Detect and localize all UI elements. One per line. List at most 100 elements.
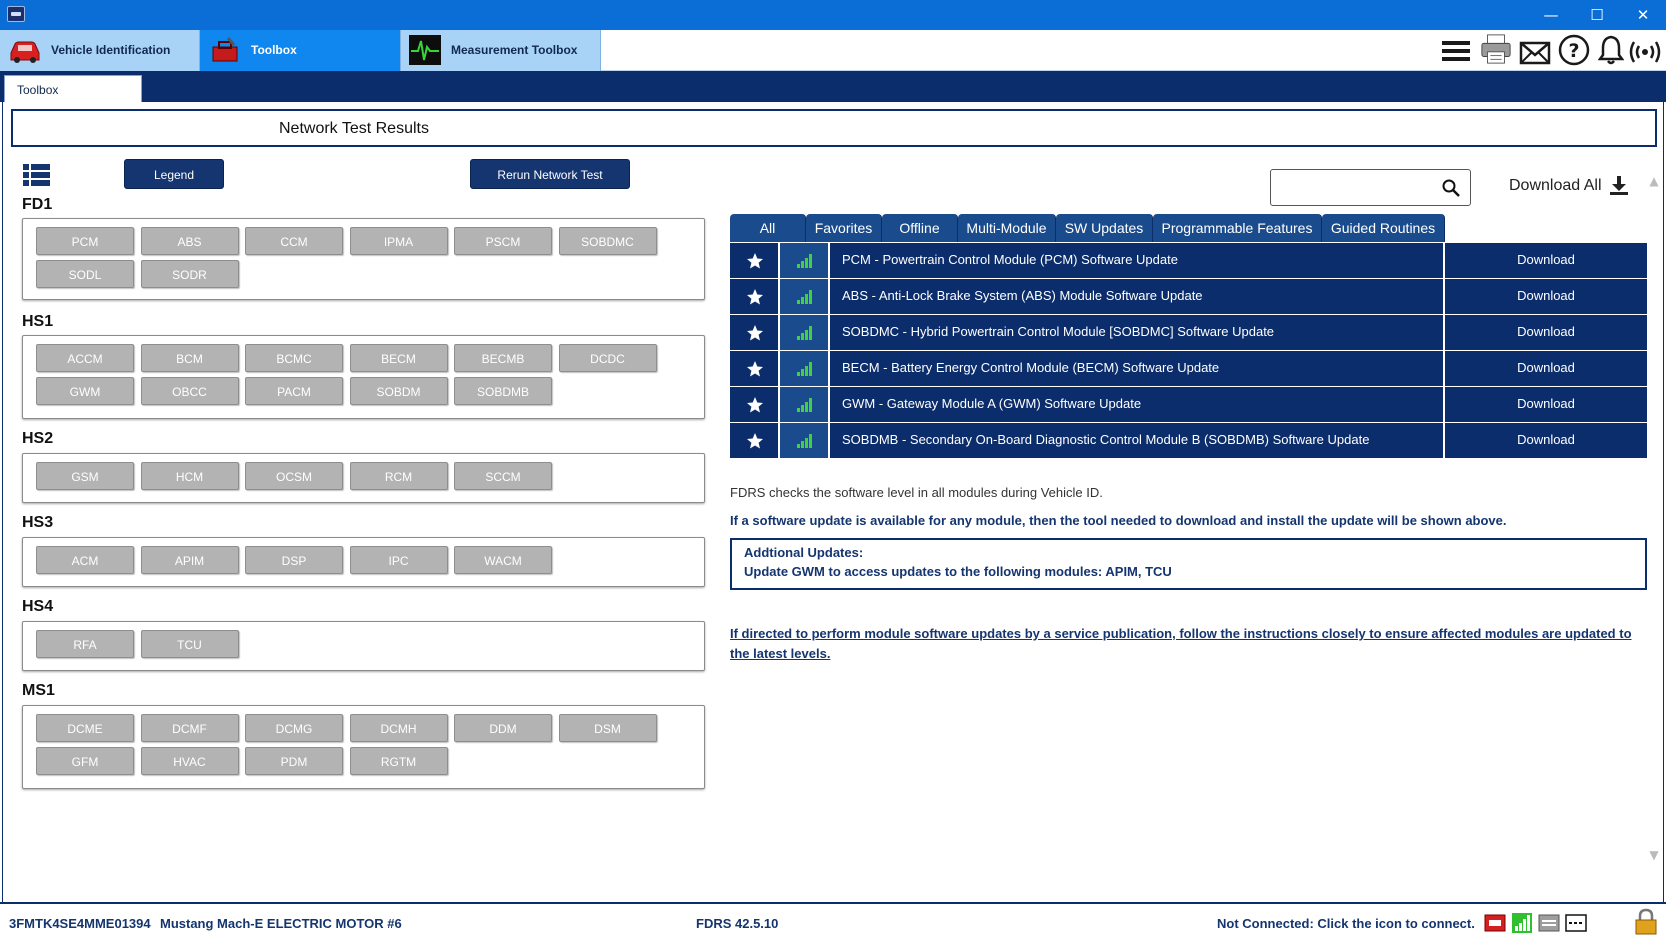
close-button[interactable]: ✕: [1620, 0, 1666, 30]
search-icon[interactable]: [1442, 179, 1460, 197]
star-icon[interactable]: [746, 288, 764, 306]
minimize-button[interactable]: —: [1528, 0, 1574, 30]
module-button-accm[interactable]: ACCM: [36, 344, 134, 372]
module-button-dcmf[interactable]: DCMF: [140, 714, 239, 742]
module-button-gsm[interactable]: GSM: [36, 462, 134, 490]
download-button[interactable]: Download: [1445, 315, 1647, 350]
download-all-label[interactable]: Download All: [1509, 177, 1602, 195]
tab-measurement-toolbox[interactable]: Measurement Toolbox: [401, 30, 601, 71]
tab-vehicle-identification[interactable]: Vehicle Identification: [0, 30, 200, 71]
list-view-icon[interactable]: [23, 164, 50, 186]
download-button[interactable]: Download: [1445, 243, 1647, 278]
module-button-rcm[interactable]: RCM: [349, 462, 448, 490]
module-button-ccm[interactable]: CCM: [245, 227, 343, 255]
service-publication-link[interactable]: If directed to perform module software u…: [730, 624, 1647, 664]
star-icon[interactable]: [746, 324, 764, 342]
signal-icon[interactable]: [1511, 912, 1533, 934]
update-row[interactable]: ABS - Anti-Lock Brake System (ABS) Modul…: [730, 279, 1647, 314]
module-button-pscm[interactable]: PSCM: [454, 227, 552, 255]
module-button-dsm[interactable]: DSM: [558, 714, 657, 742]
menu-icon[interactable]: [1441, 35, 1471, 67]
module-button-ocsm[interactable]: OCSM: [245, 462, 343, 490]
module-button-tcu[interactable]: TCU: [140, 630, 239, 658]
module-button-rgtm[interactable]: RGTM: [349, 747, 448, 775]
module-button-obcc[interactable]: OBCC: [140, 377, 239, 405]
star-icon[interactable]: [746, 432, 764, 450]
rerun-network-test-button[interactable]: Rerun Network Test: [470, 159, 630, 189]
download-button[interactable]: Download: [1445, 423, 1647, 458]
module-button-sodl[interactable]: SODL: [36, 260, 134, 288]
module-button-abs[interactable]: ABS: [140, 227, 239, 255]
favorite-cell[interactable]: [730, 423, 780, 458]
module-button-becmb[interactable]: BECMB: [454, 344, 552, 372]
favorite-cell[interactable]: [730, 351, 780, 386]
tab-programmable-features[interactable]: Programmable Features: [1153, 214, 1322, 242]
printer-icon[interactable]: [1479, 33, 1513, 65]
module-button-rfa[interactable]: RFA: [36, 630, 134, 658]
module-button-sodr[interactable]: SODR: [140, 260, 239, 288]
favorite-cell[interactable]: [730, 315, 780, 350]
module-button-dcme[interactable]: DCME: [36, 714, 134, 742]
module-button-sobdm[interactable]: SOBDM: [349, 377, 448, 405]
module-button-apim[interactable]: APIM: [140, 546, 239, 574]
module-button-acm[interactable]: ACM: [36, 546, 134, 574]
scroll-up-arrow[interactable]: ▲: [1647, 174, 1661, 188]
maximize-button[interactable]: ☐: [1574, 0, 1620, 30]
favorite-cell[interactable]: [730, 243, 780, 278]
vcm-icon[interactable]: [1484, 912, 1506, 934]
lock-icon[interactable]: [1634, 908, 1658, 936]
download-button[interactable]: Download: [1445, 387, 1647, 422]
tab-toolbox-sub[interactable]: Toolbox: [4, 75, 142, 102]
update-row[interactable]: GWM - Gateway Module A (GWM) Software Up…: [730, 387, 1647, 422]
module-button-bcmc[interactable]: BCMC: [245, 344, 343, 372]
update-row[interactable]: PCM - Powertrain Control Module (PCM) So…: [730, 243, 1647, 278]
module-button-bcm[interactable]: BCM: [140, 344, 239, 372]
tab-offline[interactable]: Offline: [882, 214, 958, 242]
module-button-dcmh[interactable]: DCMH: [349, 714, 448, 742]
cable-icon[interactable]: [1565, 912, 1587, 934]
star-icon[interactable]: [746, 360, 764, 378]
module-button-sccm[interactable]: SCCM: [454, 462, 552, 490]
legend-button[interactable]: Legend: [124, 159, 224, 189]
module-button-ipc[interactable]: IPC: [349, 546, 448, 574]
module-button-hvac[interactable]: HVAC: [140, 747, 239, 775]
star-icon[interactable]: [746, 252, 764, 270]
update-row[interactable]: SOBDMC - Hybrid Powertrain Control Modul…: [730, 315, 1647, 350]
module-button-gwm[interactable]: GWM: [36, 377, 134, 405]
tab-sw-updates[interactable]: SW Updates: [1056, 214, 1153, 242]
module-button-hcm[interactable]: HCM: [140, 462, 239, 490]
favorite-cell[interactable]: [730, 279, 780, 314]
download-button[interactable]: Download: [1445, 351, 1647, 386]
module-button-dsp[interactable]: DSP: [245, 546, 343, 574]
module-button-pacm[interactable]: PACM: [245, 377, 343, 405]
module-button-wacm[interactable]: WACM: [454, 546, 552, 574]
star-icon[interactable]: [746, 396, 764, 414]
update-row[interactable]: SOBDMB - Secondary On-Board Diagnostic C…: [730, 423, 1647, 458]
tab-favorites[interactable]: Favorites: [806, 214, 882, 242]
favorite-cell[interactable]: [730, 387, 780, 422]
tab-all[interactable]: All: [730, 214, 806, 242]
bell-icon[interactable]: [1598, 34, 1624, 66]
module-button-ddm[interactable]: DDM: [454, 714, 552, 742]
download-icon[interactable]: [1610, 176, 1628, 195]
module-button-ipma[interactable]: IPMA: [349, 227, 448, 255]
module-button-becm[interactable]: BECM: [349, 344, 448, 372]
module-button-sobdmb[interactable]: SOBDMB: [454, 377, 552, 405]
tab-toolbox[interactable]: Toolbox: [200, 30, 401, 71]
help-icon[interactable]: ?: [1558, 34, 1590, 66]
module-button-sobdmc[interactable]: SOBDMC: [558, 227, 657, 255]
module-button-dcdc[interactable]: DCDC: [558, 344, 657, 372]
module-button-gfm[interactable]: GFM: [36, 747, 134, 775]
download-button[interactable]: Download: [1445, 279, 1647, 314]
search-input[interactable]: [1270, 169, 1471, 206]
network-adapter-icon[interactable]: [1538, 912, 1560, 934]
mail-icon[interactable]: [1519, 37, 1551, 69]
scroll-down-arrow[interactable]: ▼: [1647, 848, 1661, 862]
update-row[interactable]: BECM - Battery Energy Control Module (BE…: [730, 351, 1647, 386]
module-button-dcmg[interactable]: DCMG: [245, 714, 343, 742]
module-button-pcm[interactable]: PCM: [36, 227, 134, 255]
tab-multi-module[interactable]: Multi-Module: [958, 214, 1056, 242]
module-button-pdm[interactable]: PDM: [245, 747, 343, 775]
wireless-icon[interactable]: [1628, 36, 1662, 68]
tab-guided-routines[interactable]: Guided Routines: [1322, 214, 1445, 242]
